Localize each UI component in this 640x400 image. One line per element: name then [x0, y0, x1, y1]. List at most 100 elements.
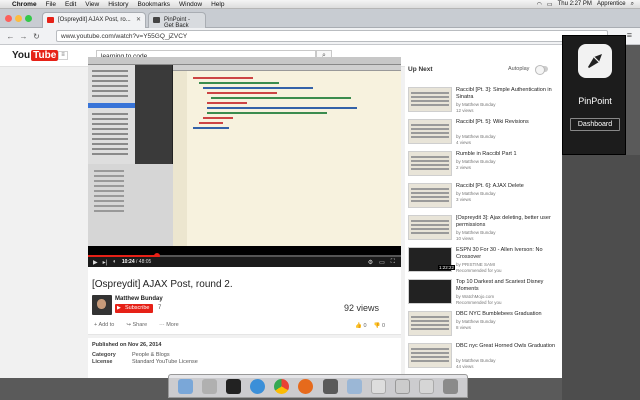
autoplay-toggle[interactable] [535, 65, 548, 75]
pinpoint-logo-icon [578, 44, 612, 78]
up-next-item[interactable]: [Ospreydit 3]: Ajax deleting, better use… [408, 215, 562, 247]
license-label: License [92, 359, 113, 365]
up-next-item[interactable]: DBC NYC Bumblebees Graduation by Matthew … [408, 311, 562, 343]
up-next-views: Recommended for you [456, 300, 502, 305]
menu-file[interactable]: File [46, 1, 56, 8]
like-dislike: 👍 0 👎 0 [355, 323, 385, 329]
mac-dock [168, 374, 468, 398]
next-icon[interactable]: ▸| [103, 259, 108, 266]
video-actions: + Add to ↪ Share ··· More [94, 322, 179, 328]
menu-view[interactable]: View [85, 1, 99, 8]
menubar-clock[interactable]: Thu 2:27 PM [558, 1, 592, 7]
desktop-background [562, 155, 640, 400]
category-value[interactable]: People & Blogs [132, 352, 170, 358]
system-preferences-icon[interactable] [201, 378, 217, 394]
menu-help[interactable]: Help [211, 1, 224, 8]
menu-history[interactable]: History [108, 1, 128, 8]
forward-icon[interactable]: → [17, 32, 30, 41]
up-next-title[interactable]: Rumble in Raccibl Part 1 [456, 151, 560, 158]
preview-icon[interactable] [419, 378, 435, 394]
add-to-button[interactable]: + Add to [94, 322, 114, 328]
video-thumbnail[interactable] [408, 311, 452, 336]
menu-window[interactable]: Window [179, 1, 202, 8]
up-next-title[interactable]: Raccibl [Pt. 6]: AJAX Delete [456, 183, 560, 190]
settings-gear-icon[interactable]: ⚙ [368, 259, 373, 266]
browser-toolbar: ← → ↻ www.youtube.com/watch?v=Y55GQ_jZVC… [0, 28, 640, 45]
up-next-title[interactable]: Top 10 Darkest and Scariest Disney Momen… [456, 279, 560, 293]
play-icon[interactable]: ▶ [93, 259, 98, 266]
trash-icon[interactable] [443, 378, 459, 394]
video-thumbnail[interactable] [408, 215, 452, 240]
channel-name[interactable]: Matthew Bunday [115, 296, 163, 302]
volume-icon[interactable]: ◖ [112, 259, 116, 265]
up-next-title[interactable]: DBC nyc Great Horned Owls Graduation [456, 343, 560, 350]
up-next-item[interactable]: Top 10 Darkest and Scariest Disney Momen… [408, 279, 562, 311]
menu-bookmarks[interactable]: Bookmarks [137, 1, 170, 8]
youtube-page: YouTube ≡ learning to code ⌕ [0, 45, 562, 378]
dislike-button[interactable]: 👎 0 [374, 323, 385, 329]
tab-pinpoint[interactable]: PinPoint - Get Back [148, 12, 206, 29]
up-next-item[interactable]: Rumble in Raccibl Part 1 by Matthew Bunda… [408, 151, 562, 183]
video-description: Published on Nov 26, 2014 Category Peopl… [88, 338, 401, 378]
view-count: 92 views [343, 303, 379, 313]
dashboard-button[interactable]: Dashboard [570, 118, 620, 131]
theater-mode-icon[interactable]: ▭ [379, 259, 385, 266]
address-bar[interactable]: www.youtube.com/watch?v=Y55GQ_jZVCY [56, 30, 608, 42]
back-icon[interactable]: ← [4, 32, 17, 41]
maximize-window-icon[interactable] [25, 15, 32, 22]
video-thumbnail[interactable] [408, 279, 452, 304]
terminal-icon[interactable] [225, 378, 241, 394]
up-next-title[interactable]: ESPN 30 For 30 - Allen Iverson: No Cross… [456, 247, 560, 261]
menubar-user[interactable]: Apprentice [597, 1, 626, 7]
finder-icon[interactable] [177, 378, 193, 394]
channel-avatar[interactable] [92, 295, 112, 315]
up-next-channel: by Matthew Bunday [456, 319, 496, 324]
spotlight-icon[interactable]: ⌕ [631, 1, 634, 8]
video-thumbnail[interactable] [408, 151, 452, 176]
wifi-icon[interactable]: ◠ [537, 1, 542, 8]
up-next-item[interactable]: DBC nyc Great Horned Owls Graduation by M… [408, 343, 562, 375]
firefox-icon[interactable] [298, 378, 314, 394]
video-meta: [Ospreydit] AJAX Post, round 2. Matthew … [88, 267, 401, 335]
up-next-title[interactable]: Raccibl [Pt. 3]: Simple Authentication i… [456, 87, 560, 101]
up-next-header: Up Next [408, 66, 433, 73]
up-next-title[interactable]: [Ospreydit 3]: Ajax deleting, better use… [456, 215, 560, 229]
minimize-window-icon[interactable] [15, 15, 22, 22]
up-next-item[interactable]: Raccibl [Pt. 6]: AJAX Delete by Matthew B… [408, 183, 562, 215]
subscribe-button[interactable]: Subscribe [115, 304, 154, 313]
tab-youtube[interactable]: [Ospreydit] AJAX Post, ro... ✕ [42, 12, 146, 28]
video-thumbnail[interactable] [408, 343, 452, 368]
menu-edit[interactable]: Edit [65, 1, 76, 8]
like-button[interactable]: 👍 0 [355, 323, 366, 329]
chrome-menu-icon[interactable]: ≡ [627, 30, 632, 40]
battery-icon[interactable]: ▭ [547, 1, 553, 8]
guide-menu-icon[interactable]: ≡ [58, 51, 68, 60]
up-next-channel: by Matthew Bunday [456, 358, 496, 363]
video-thumbnail[interactable] [408, 183, 452, 208]
up-next-item[interactable]: 1:22:22 ESPN 30 For 30 - Allen Iverson: N… [408, 247, 562, 279]
close-window-icon[interactable] [5, 15, 12, 22]
up-next-channel: by Matthew Bunday [456, 159, 496, 164]
video-thumbnail[interactable] [408, 119, 452, 144]
reload-icon[interactable]: ↻ [30, 32, 43, 41]
stack-icon[interactable] [394, 378, 410, 394]
up-next-item[interactable]: Raccibl [Pt. 5]: Wiki Revisions by Matthe… [408, 119, 562, 151]
category-label: Category [92, 352, 116, 358]
video-thumbnail[interactable] [408, 87, 452, 112]
app-icon[interactable] [322, 378, 338, 394]
up-next-title[interactable]: DBC NYC Bumblebees Graduation [456, 311, 560, 318]
up-next-channel: by PRISTINE SAMI [456, 262, 496, 267]
document-icon[interactable] [370, 378, 386, 394]
menu-app-chrome[interactable]: Chrome [12, 1, 37, 8]
fullscreen-icon[interactable]: ⛶ [391, 259, 395, 266]
more-button[interactable]: ··· More [159, 322, 179, 328]
autoplay-label: Autoplay [508, 66, 530, 72]
close-tab-icon[interactable]: ✕ [136, 16, 141, 23]
up-next-item[interactable]: Raccibl [Pt. 3]: Simple Authentication i… [408, 87, 562, 119]
up-next-title[interactable]: Raccibl [Pt. 5]: Wiki Revisions [456, 119, 560, 126]
chrome-icon[interactable] [274, 378, 290, 394]
launcher-icon[interactable] [346, 378, 362, 394]
youtube-logo[interactable]: You Tube [12, 50, 59, 61]
share-button[interactable]: ↪ Share [126, 322, 147, 328]
safari-icon[interactable] [250, 378, 266, 394]
